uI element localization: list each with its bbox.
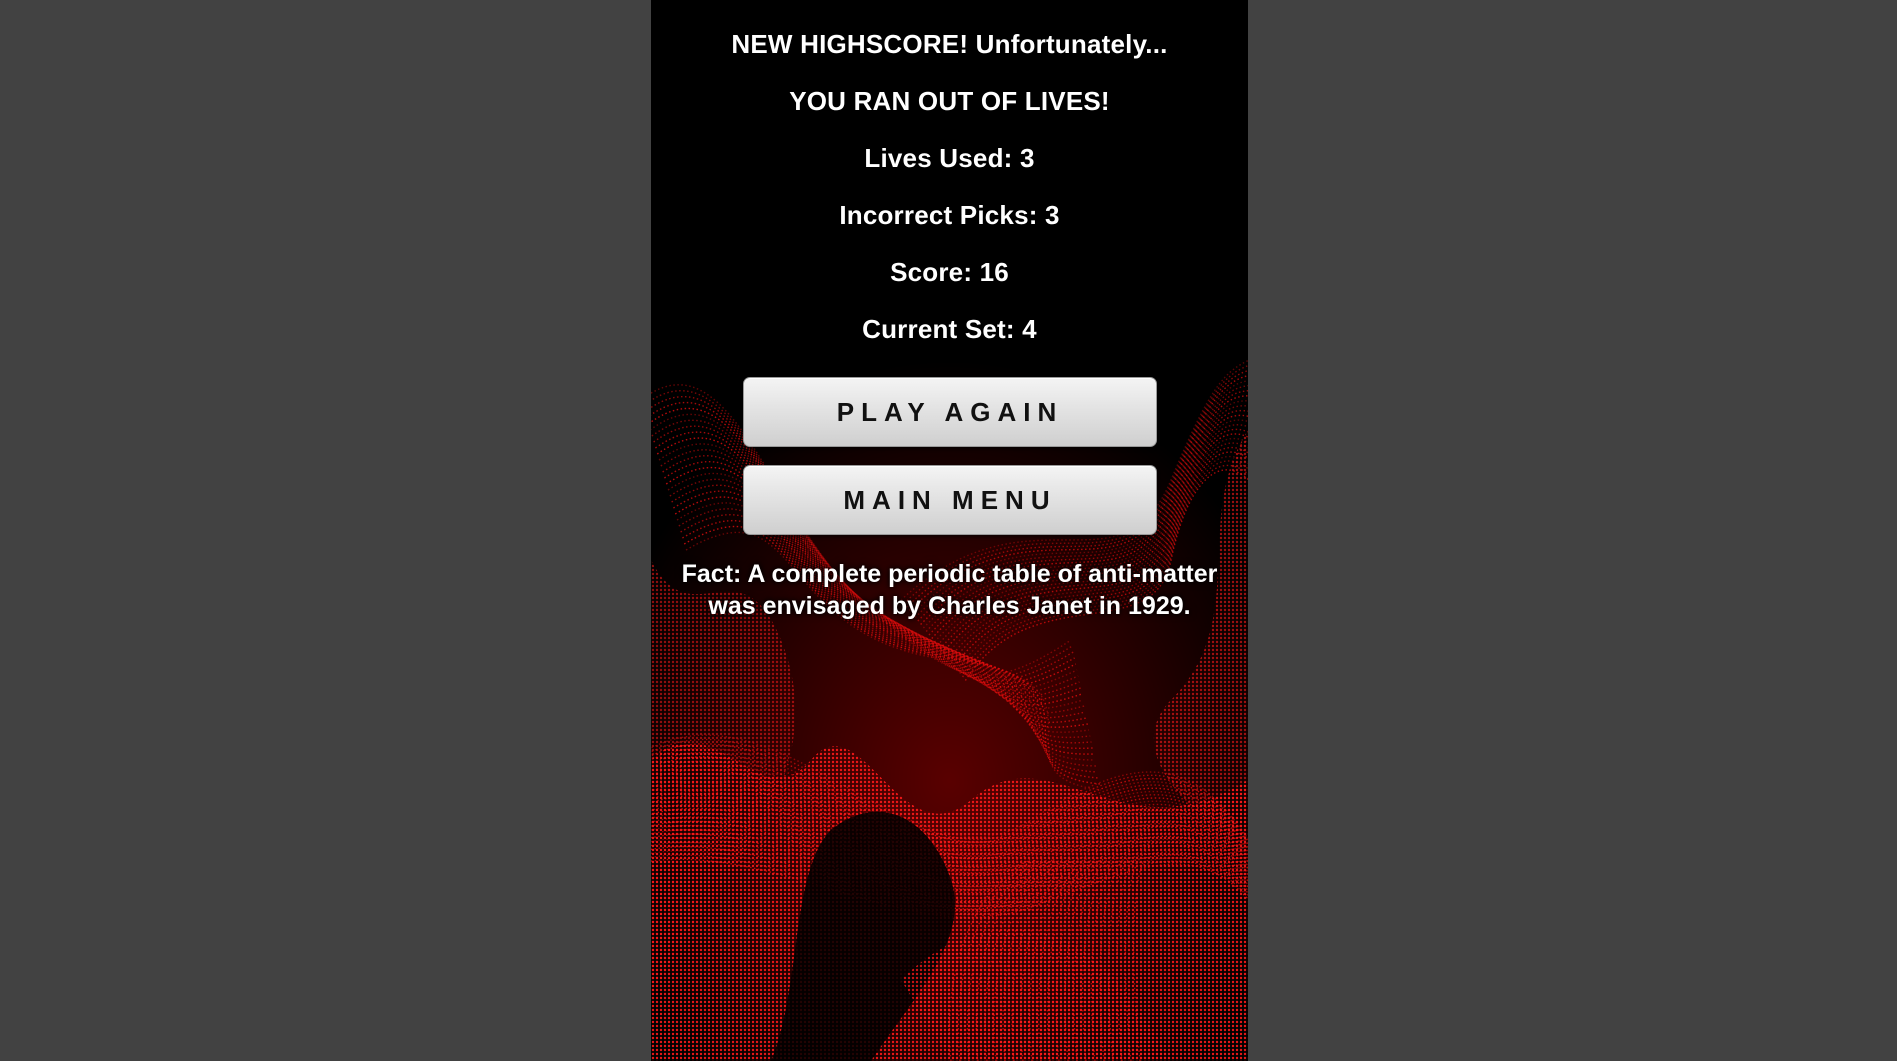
play-again-button[interactable]: PLAY AGAIN	[743, 377, 1157, 447]
incorrect-picks-stat: Incorrect Picks: 3	[839, 200, 1060, 230]
main-menu-button[interactable]: MAIN MENU	[743, 465, 1157, 535]
current-set-stat: Current Set: 4	[862, 314, 1037, 344]
fact-line-1: Fact: A complete periodic table of anti-…	[681, 560, 1218, 588]
outer-background: NEW HIGHSCORE! Unfortunately... YOU RAN …	[0, 0, 1897, 1061]
score-stat: Score: 16	[890, 257, 1009, 287]
fact-line-2: was envisaged by Charles Janet in 1929.	[708, 592, 1191, 620]
fact-text: Fact: A complete periodic table of anti-…	[671, 558, 1228, 622]
highscore-message: NEW HIGHSCORE! Unfortunately...	[731, 29, 1168, 59]
lives-used-stat: Lives Used: 3	[864, 143, 1035, 173]
game-over-message: YOU RAN OUT OF LIVES!	[789, 86, 1110, 116]
game-screen: NEW HIGHSCORE! Unfortunately... YOU RAN …	[651, 0, 1248, 1061]
